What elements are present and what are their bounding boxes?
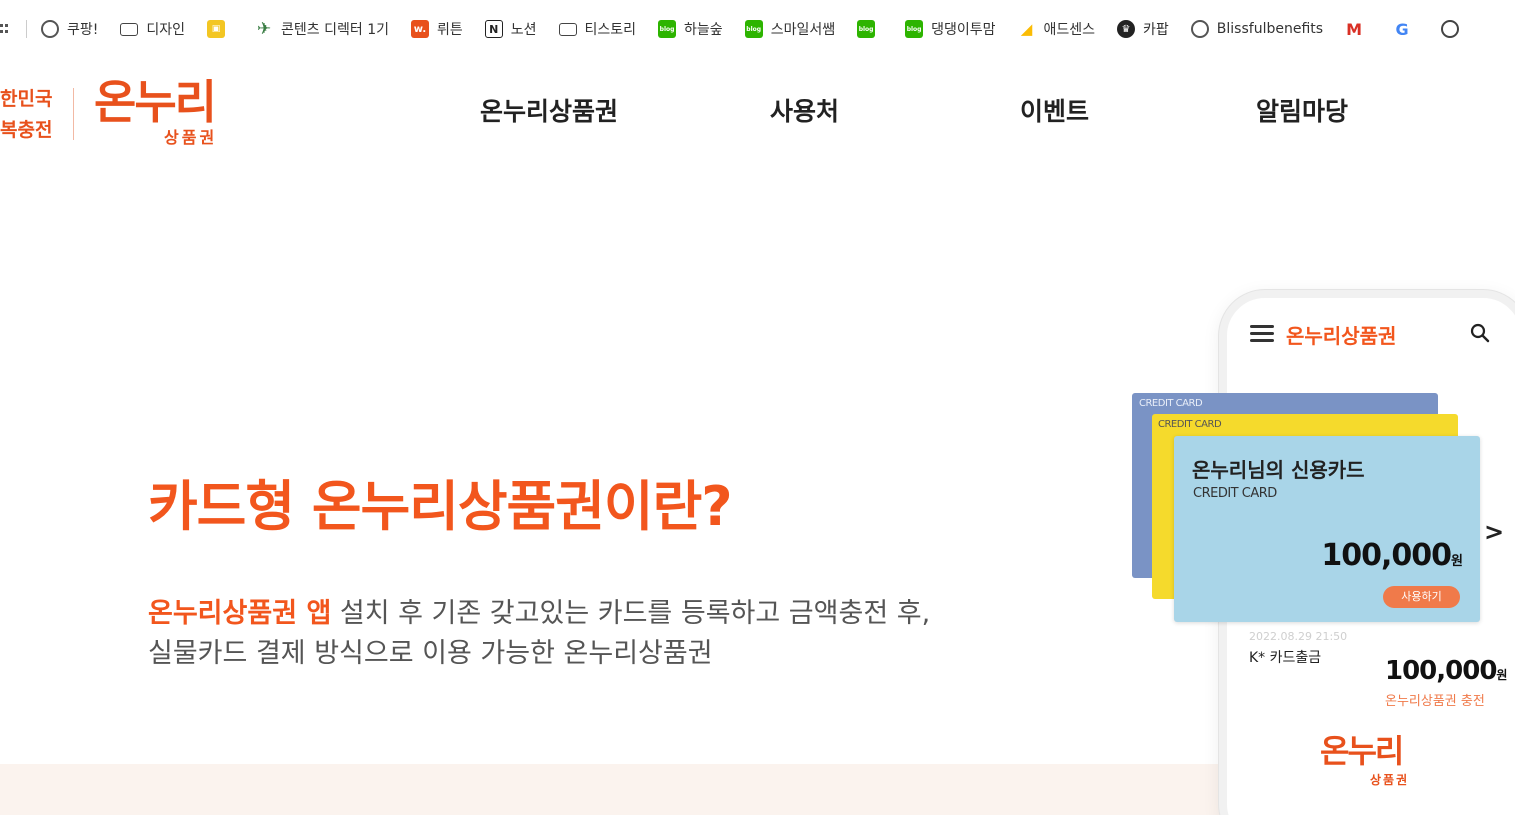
bookmark-google[interactable]: G	[1393, 19, 1419, 39]
globe-icon	[41, 20, 59, 38]
hero-description: 온누리상품권 앱 설치 후 기존 갖고있는 카드를 등록하고 금액충전 후, 실…	[148, 594, 930, 674]
naver-blog-icon: blog	[857, 20, 876, 38]
bookmark-coupang[interactable]: 쿠팡!	[41, 19, 98, 39]
bookmark-smile[interactable]: blog 스마일서쌤	[744, 19, 836, 39]
bookmark-label: 노션	[510, 22, 537, 38]
globe-icon	[1190, 20, 1209, 38]
bookmark-kapap[interactable]: ♛ 카팝	[1117, 19, 1169, 39]
chevron-right-icon: >	[1484, 518, 1505, 546]
bookmark-label: Blissfulbenefits	[1216, 21, 1324, 37]
search-icon	[1470, 323, 1490, 343]
hero-title: 카드형 온누리상품권이란?	[148, 475, 733, 538]
google-classroom-icon: ▣	[207, 20, 226, 38]
google-icon: G	[1395, 19, 1409, 39]
bookmark-label: 카팝	[1143, 22, 1169, 38]
bookmark-label: 티스토리	[584, 22, 637, 38]
transaction-amount: 100,000원	[1385, 656, 1507, 686]
phone-logo-text: 온누리	[1320, 732, 1404, 770]
bookmark-blog[interactable]: blog	[857, 20, 883, 38]
transaction-date: 2022.08.29 21:50	[1249, 630, 1348, 643]
bookmark-label: 댕댕이투맘	[931, 22, 996, 38]
nav-events[interactable]: 이벤트	[1020, 92, 1089, 128]
bookmark-tistory-folder[interactable]: 티스토리	[558, 19, 637, 39]
bookmark-label: 스마일서쌤	[770, 22, 836, 38]
folder-icon	[558, 22, 577, 36]
bookmark-notion[interactable]: N 노션	[484, 19, 537, 39]
card-balance: 100,000원	[1321, 538, 1463, 573]
gmail-icon: M	[1346, 19, 1363, 39]
notion-icon: N	[484, 20, 503, 38]
bookmark-label: 디자인	[146, 22, 186, 38]
bookmark-wrtn[interactable]: w. 뤼튼	[410, 19, 463, 39]
card-label: CREDIT CARD	[1193, 486, 1277, 501]
hero-desc-line2: 실물카드 결제 방식으로 이용 가능한 온누리상품권	[148, 638, 713, 669]
hamburger-menu-icon	[1250, 325, 1274, 343]
onnuri-logo[interactable]: 온누리 상품권	[94, 76, 234, 148]
folder-icon	[120, 22, 139, 36]
apps-grid-icon[interactable]	[0, 22, 8, 36]
card-balance-value: 100,000	[1321, 538, 1452, 573]
bookmark-adsense[interactable]: ◢ 애드센스	[1018, 19, 1096, 39]
slogan: 한민국 복충전	[0, 84, 60, 146]
phone-app-title: 온누리상품권	[1286, 324, 1397, 348]
transaction-note: 온누리상품권 충전	[1385, 694, 1485, 709]
chatgpt-icon	[1441, 20, 1460, 38]
bookmark-blissful[interactable]: Blissfulbenefits	[1190, 20, 1324, 38]
bookmark-classroom[interactable]: ▣	[207, 20, 233, 38]
hero-highlight: 온누리상품권 앱	[148, 598, 332, 629]
slogan-line: 한민국	[0, 88, 53, 110]
currency-unit: 원	[1451, 554, 1463, 569]
site-header: 한민국 복충전 온누리 상품권 온누리상품권 사용처 이벤트 알림마당	[0, 58, 1515, 158]
bookmarks-divider	[26, 20, 27, 38]
logo-text: 온누리	[94, 75, 217, 129]
nav-notices[interactable]: 알림마당	[1256, 92, 1348, 128]
google-ads-icon: ◢	[1020, 20, 1033, 38]
bookmark-daengdaeng[interactable]: blog 댕댕이투맘	[905, 19, 996, 39]
phone-onnuri-logo: 온누리 상품권	[1320, 733, 1420, 791]
crown-icon: ♛	[1117, 20, 1136, 38]
bookmark-content-director[interactable]: ✈ 콘텐츠 디렉터 1기	[255, 19, 389, 39]
nav-stores[interactable]: 사용처	[770, 92, 839, 128]
nav-onnuri-gift[interactable]: 온누리상품권	[480, 92, 618, 128]
bookmarks-bar: 쿠팡! 디자인 ▣ ✈ 콘텐츠 디렉터 1기 w. 뤼튼 N 노션 티스토리 b…	[0, 0, 1515, 58]
card-label: CREDIT CARD	[1139, 398, 1203, 409]
naver-blog-icon: blog	[905, 20, 924, 38]
currency-unit: 원	[1496, 668, 1507, 682]
phone-logo-subtext: 상품권	[1370, 773, 1410, 787]
card-label: CREDIT CARD	[1158, 419, 1222, 430]
transaction-description: K* 카드출금	[1249, 650, 1322, 666]
use-button: 사용하기	[1383, 586, 1460, 608]
slogan-line: 복충전	[0, 119, 53, 141]
bookmark-label: 콘텐츠 디렉터 1기	[281, 22, 389, 38]
header-divider	[73, 88, 74, 140]
bookmark-haneulsup[interactable]: blog 하늘숲	[658, 19, 723, 39]
bookmark-label: 애드센스	[1043, 22, 1096, 38]
card-name: 온누리님의 신용카드	[1192, 458, 1365, 482]
bookmark-design-folder[interactable]: 디자인	[120, 19, 185, 39]
bookmark-label: 쿠팡!	[67, 22, 99, 38]
wrtn-icon: w.	[410, 20, 429, 38]
bookmark-label: 하늘숲	[684, 22, 723, 38]
transaction-amount-value: 100,000	[1385, 656, 1497, 686]
bookmark-chatgpt[interactable]	[1441, 20, 1467, 38]
naver-blog-icon: blog	[744, 20, 763, 38]
bookmark-gmail[interactable]: M	[1345, 19, 1371, 39]
credit-card-main: 온누리님의 신용카드 CREDIT CARD 100,000원 사용하기	[1174, 436, 1480, 622]
naver-blog-icon: blog	[658, 20, 677, 38]
bookmark-label: 뤼튼	[436, 22, 463, 38]
airplane-icon: ✈	[256, 19, 272, 39]
hero-desc-line1: 설치 후 기존 갖고있는 카드를 등록하고 금액충전 후,	[331, 598, 931, 629]
logo-subtext: 상품권	[164, 128, 218, 147]
